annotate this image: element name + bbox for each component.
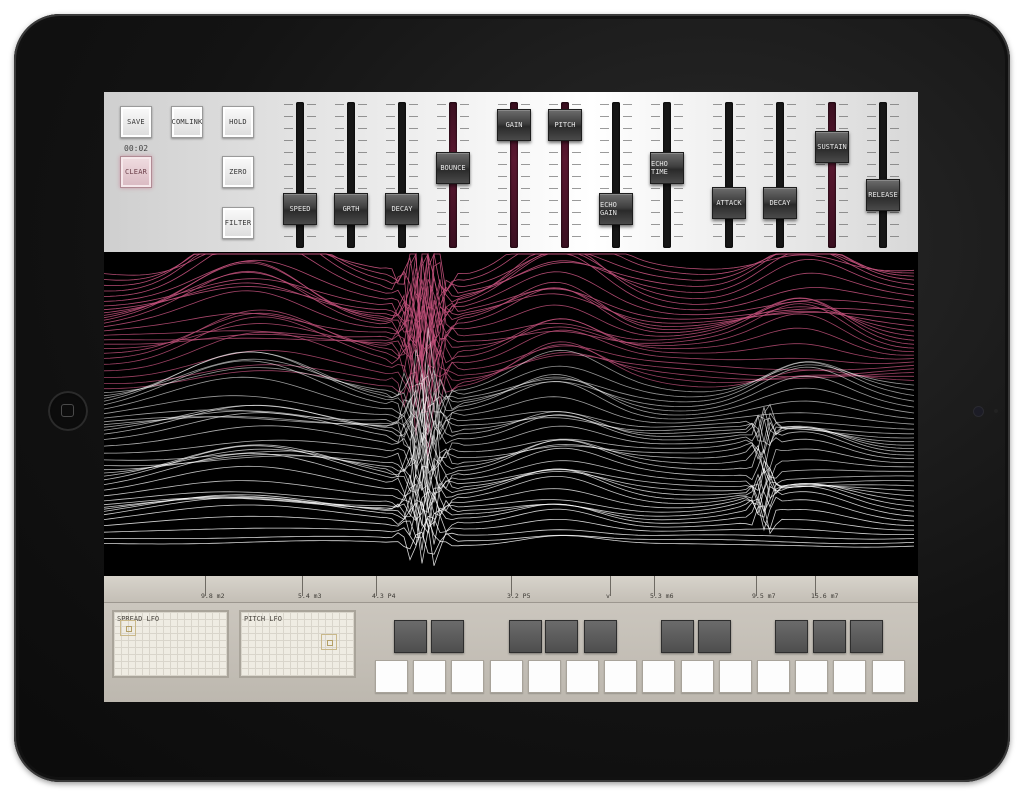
- ruler-label: v: [606, 592, 610, 600]
- white-key[interactable]: [413, 660, 447, 693]
- slider-ticks: [335, 104, 367, 248]
- black-key[interactable]: [394, 620, 427, 653]
- wave-line: [104, 253, 915, 321]
- wave-line: [104, 417, 914, 469]
- zero-button[interactable]: ZERO: [222, 156, 254, 188]
- slider-ticks: [713, 104, 745, 248]
- filter-button[interactable]: FILTER: [222, 207, 254, 239]
- clear-button[interactable]: CLEAR: [120, 156, 152, 188]
- slider-ticks: [764, 104, 796, 248]
- wave-line: [104, 517, 915, 547]
- app-screen: SAVE COMLINK HOLD 00:02 CLEAR ZERO FILTE…: [104, 92, 918, 702]
- hold-button[interactable]: HOLD: [222, 106, 254, 138]
- slider-knob-decay[interactable]: DECAY: [385, 193, 419, 226]
- pitch-lfo-label: PITCH LFO: [244, 615, 282, 623]
- slider-knob-pitch[interactable]: PITCH: [548, 109, 582, 142]
- pitch-ruler: 9.8 m2 5.4 m3 4.3 P4 3.2 P5 v 5.3 m6 9.5 m7 15.…: [104, 576, 918, 603]
- ruler-label: 9.8 m2: [201, 592, 225, 600]
- ruler-label: 5.3 m6: [650, 592, 674, 600]
- slider-knob-decay[interactable]: DECAY: [763, 187, 797, 220]
- ruler-label: 5.4 m3: [298, 592, 322, 600]
- ruler-label: 3.2 P5: [507, 592, 531, 600]
- slider-ticks: [867, 104, 899, 248]
- slider-knob-sustain[interactable]: SUSTAIN: [815, 130, 849, 163]
- comlink-button[interactable]: COMLINK: [171, 106, 203, 138]
- ruler-tick: [610, 576, 611, 596]
- black-key[interactable]: [545, 620, 578, 653]
- ruler-label: 9.5 m7: [752, 592, 776, 600]
- ruler-label: 15.6 m7: [811, 592, 839, 600]
- wave-line: [104, 374, 915, 437]
- wave-line: [104, 253, 915, 364]
- wave-line: [104, 402, 914, 491]
- wave-line: [104, 531, 915, 555]
- slider-knob-attack[interactable]: ATTACK: [712, 187, 746, 220]
- wave-line: [104, 464, 915, 545]
- slider-knob-echo-time[interactable]: ECHO TIME: [650, 151, 684, 184]
- home-button-icon[interactable]: [48, 391, 88, 431]
- slider-ticks: [816, 104, 848, 248]
- slider-knob-speed[interactable]: SPEED: [283, 193, 317, 226]
- slider-knob-echo-gain[interactable]: ECHO GAIN: [599, 193, 633, 226]
- white-key[interactable]: [451, 660, 485, 693]
- camera-icon: [974, 407, 983, 416]
- slider-ticks: [386, 104, 418, 248]
- white-key[interactable]: [604, 660, 638, 693]
- waveform-display[interactable]: [104, 252, 918, 576]
- wave-line: [104, 253, 915, 339]
- black-key[interactable]: [850, 620, 883, 653]
- ruler-label: 4.3 P4: [372, 592, 396, 600]
- black-key[interactable]: [813, 620, 846, 653]
- control-panel: SAVE COMLINK HOLD 00:02 CLEAR ZERO FILTE…: [104, 92, 918, 252]
- slider-knob-gain[interactable]: GAIN: [497, 109, 531, 142]
- white-key[interactable]: [795, 660, 829, 693]
- wave-line: [104, 271, 915, 345]
- wave-line: [104, 327, 915, 460]
- white-key[interactable]: [566, 660, 599, 693]
- white-key[interactable]: [680, 660, 714, 693]
- white-key[interactable]: [833, 660, 867, 693]
- wave-line: [104, 395, 915, 444]
- slider-ticks: [600, 104, 632, 248]
- waveform-canvas[interactable]: [104, 252, 918, 576]
- wave-line: [104, 253, 915, 408]
- white-key[interactable]: [527, 660, 561, 693]
- slider-ticks: [284, 104, 316, 248]
- keyboard-panel: 9.8 m2 5.4 m3 4.3 P4 3.2 P5 v 5.3 m6 9.5 m7 15.…: [104, 576, 918, 702]
- slider-knob-release[interactable]: RELEASE: [866, 178, 900, 211]
- white-key[interactable]: [718, 660, 752, 693]
- timer-display: 00:02: [124, 144, 149, 153]
- white-key[interactable]: [642, 660, 676, 693]
- save-button[interactable]: SAVE: [120, 106, 152, 138]
- wave-line: [104, 348, 915, 405]
- spread-lfo-target-icon[interactable]: [120, 620, 136, 636]
- black-key[interactable]: [431, 620, 464, 653]
- black-key[interactable]: [698, 620, 731, 653]
- sensor-icon: [994, 409, 998, 413]
- wave-line: [104, 253, 915, 328]
- slider-knob-grth[interactable]: GRTH: [334, 193, 368, 226]
- pitch-lfo-target-icon[interactable]: [321, 634, 337, 650]
- wave-line: [104, 297, 915, 357]
- wave-line: [104, 253, 915, 348]
- black-key[interactable]: [775, 620, 808, 653]
- pitch-lfo-pad[interactable]: PITCH LFO: [239, 610, 356, 678]
- spread-lfo-pad[interactable]: SPREAD LFO: [112, 610, 229, 678]
- black-key[interactable]: [584, 620, 617, 653]
- black-key[interactable]: [509, 620, 542, 653]
- white-key[interactable]: [375, 660, 408, 693]
- black-key[interactable]: [661, 620, 694, 653]
- white-key[interactable]: [871, 660, 905, 693]
- white-key[interactable]: [757, 660, 790, 693]
- slider-knob-bounce[interactable]: BOUNCE: [436, 151, 470, 184]
- white-key[interactable]: [489, 660, 523, 693]
